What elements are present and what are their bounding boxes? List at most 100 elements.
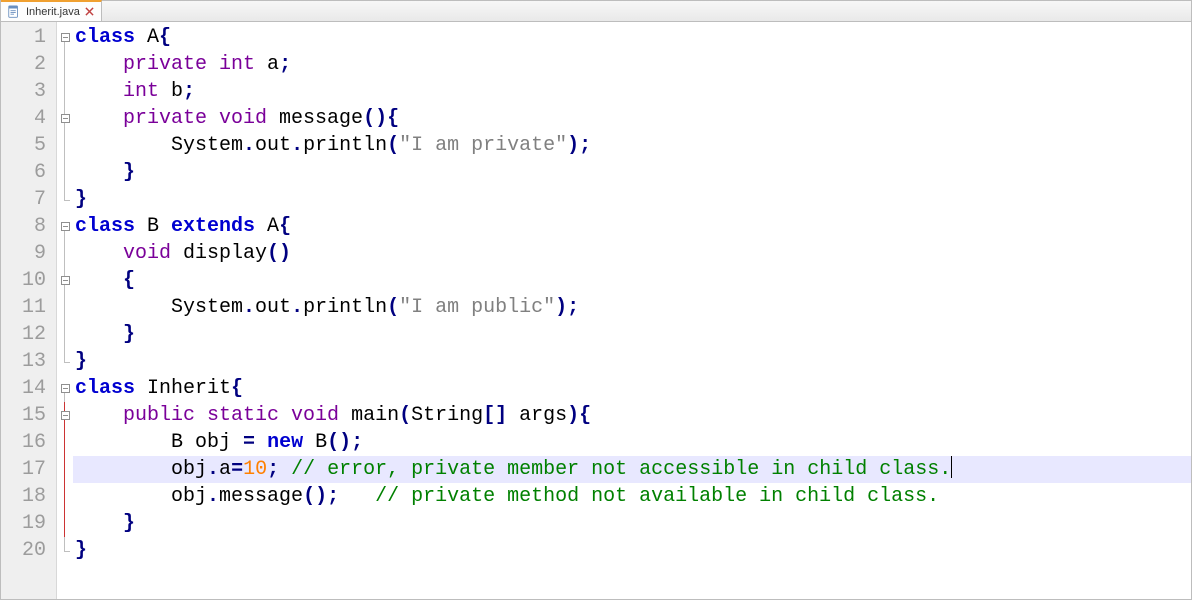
code-line[interactable]: class B extends A{ (73, 213, 1191, 240)
fold-cell (57, 429, 73, 456)
code-token: { (279, 215, 291, 238)
fold-toggle-icon[interactable] (61, 222, 70, 231)
file-tab[interactable]: Inherit.java (1, 0, 102, 21)
code-line[interactable]: private void message(){ (73, 105, 1191, 132)
code-token: . (291, 296, 303, 319)
code-token: static (207, 404, 291, 427)
code-token: . (207, 485, 219, 508)
fold-toggle-icon[interactable] (61, 114, 70, 123)
code-token: B obj (75, 431, 243, 454)
fold-cell (57, 456, 73, 483)
line-number: 12 (1, 321, 56, 348)
code-token: } (123, 512, 135, 535)
code-token: "I am private" (399, 134, 567, 157)
fold-cell (57, 51, 73, 78)
code-line[interactable]: System.out.println("I am private"); (73, 132, 1191, 159)
code-line[interactable]: private int a; (73, 51, 1191, 78)
code-token: ( (399, 404, 411, 427)
code-token: ; (267, 458, 279, 481)
code-token: } (75, 188, 87, 211)
fold-cell (57, 132, 73, 159)
line-number: 13 (1, 348, 56, 375)
code-token: { (123, 269, 135, 292)
code-token: } (75, 350, 87, 373)
code-line[interactable]: { (73, 267, 1191, 294)
code-token: out (255, 134, 291, 157)
code-token: void (123, 242, 183, 265)
code-token: class (75, 377, 147, 400)
code-token: b (171, 80, 183, 103)
code-area[interactable]: class A{ private int a; int b; private v… (73, 22, 1191, 599)
code-token: { (159, 26, 171, 49)
code-token: 10 (243, 458, 267, 481)
code-token: a (219, 458, 231, 481)
code-line[interactable]: } (73, 537, 1191, 564)
code-token: "I am public" (399, 296, 555, 319)
code-line[interactable]: obj.message(); // private method not ava… (73, 483, 1191, 510)
fold-cell (57, 24, 73, 51)
code-token (339, 485, 375, 508)
code-token (75, 512, 123, 535)
code-token (75, 53, 123, 76)
code-line[interactable]: } (73, 159, 1191, 186)
line-number: 15 (1, 402, 56, 429)
fold-toggle-icon[interactable] (61, 276, 70, 285)
code-line[interactable]: int b; (73, 78, 1191, 105)
java-file-icon (7, 5, 21, 19)
code-token: } (123, 161, 135, 184)
line-number: 19 (1, 510, 56, 537)
code-token: message (279, 107, 363, 130)
fold-cell (57, 78, 73, 105)
code-line[interactable]: } (73, 321, 1191, 348)
line-number-gutter[interactable]: 1234567891011121314151617181920 (1, 22, 57, 599)
code-line[interactable]: class Inherit{ (73, 375, 1191, 402)
code-token: = (243, 431, 255, 454)
code-line[interactable]: B obj = new B(); (73, 429, 1191, 456)
code-token: void (219, 107, 279, 130)
close-icon[interactable] (85, 7, 95, 17)
code-token: private (123, 107, 219, 130)
code-token (75, 404, 123, 427)
line-number: 18 (1, 483, 56, 510)
fold-toggle-icon[interactable] (61, 411, 70, 420)
code-token: obj (75, 485, 207, 508)
fold-cell (57, 321, 73, 348)
fold-cell (57, 213, 73, 240)
line-number: 16 (1, 429, 56, 456)
code-line[interactable]: System.out.println("I am public"); (73, 294, 1191, 321)
code-token: B (315, 431, 327, 454)
editor: 1234567891011121314151617181920 class A{… (1, 22, 1191, 599)
fold-toggle-icon[interactable] (61, 33, 70, 42)
code-token: // error, private member not accessible … (291, 458, 951, 481)
code-token (279, 458, 291, 481)
code-token: (){ (363, 107, 399, 130)
line-number: 11 (1, 294, 56, 321)
code-line[interactable]: } (73, 510, 1191, 537)
code-line[interactable]: public static void main(String[] args){ (73, 402, 1191, 429)
text-caret (951, 456, 952, 478)
code-line[interactable]: } (73, 348, 1191, 375)
code-token: obj (75, 458, 207, 481)
fold-cell (57, 159, 73, 186)
code-token: class (75, 26, 147, 49)
line-number: 5 (1, 132, 56, 159)
code-token: new (267, 431, 315, 454)
code-line[interactable]: } (73, 186, 1191, 213)
fold-cell (57, 537, 73, 564)
code-token: (); (303, 485, 339, 508)
code-token: . (243, 134, 255, 157)
code-token: out (255, 296, 291, 319)
fold-gutter[interactable] (57, 22, 73, 599)
fold-cell (57, 375, 73, 402)
code-line[interactable]: obj.a=10; // error, private member not a… (73, 456, 1191, 483)
fold-toggle-icon[interactable] (61, 384, 70, 393)
code-token: println (303, 134, 387, 157)
code-token: ( (387, 134, 399, 157)
code-token: . (291, 134, 303, 157)
code-token: int (219, 53, 267, 76)
code-line[interactable]: class A{ (73, 24, 1191, 51)
code-line[interactable]: void display() (73, 240, 1191, 267)
code-token: args (507, 404, 567, 427)
code-token: public (123, 404, 207, 427)
fold-cell (57, 267, 73, 294)
